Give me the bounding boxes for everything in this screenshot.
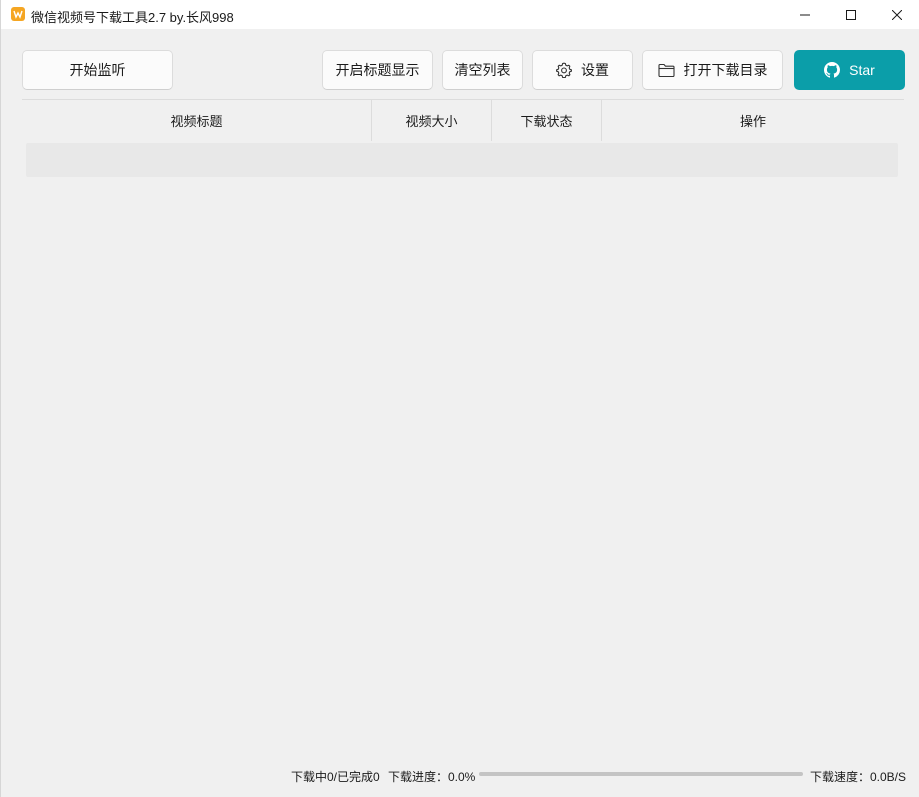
window-title: 微信视频号下载工具2.7 by.长风998 [31,10,234,25]
gear-icon [556,62,572,78]
minimize-icon [800,14,810,15]
column-header-size[interactable]: 视频大小 [372,100,492,141]
settings-button[interactable]: 设置 [532,50,633,90]
download-speed-status: 下载速度：0.0B/S [810,770,907,784]
folder-icon [657,63,675,78]
show-title-button[interactable]: 开启标题显示 [322,50,433,90]
open-download-dir-button[interactable]: 打开下载目录 [642,50,783,90]
download-progress-bar [479,772,803,776]
app-window: 微信视频号下载工具2.7 by.长风998 开始监听 开启标题显示 清空列表 设… [0,0,919,797]
download-count-status: 下载中0/已完成0 [291,770,380,784]
close-button[interactable] [874,0,919,29]
table-header: 视频标题 视频大小 下载状态 操作 [22,99,904,141]
app-logo-icon [11,7,25,21]
maximize-icon [846,9,856,20]
show-title-label: 开启标题显示 [335,62,420,78]
column-header-status[interactable]: 下载状态 [492,100,602,141]
close-icon [892,9,902,20]
column-header-title[interactable]: 视频标题 [22,100,372,141]
open-download-dir-label: 打开下载目录 [683,62,768,78]
settings-label: 设置 [581,62,609,78]
clear-list-button[interactable]: 清空列表 [442,50,523,90]
column-header-actions[interactable]: 操作 [602,100,904,141]
maximize-button[interactable] [828,0,874,29]
star-label: Star [849,62,875,78]
github-star-button[interactable]: Star [794,50,905,90]
download-progress-text: 下载进度：0.0% [388,770,476,784]
table-empty-row [26,143,898,177]
start-listening-label: 开始监听 [69,62,126,78]
start-listening-button[interactable]: 开始监听 [22,50,173,90]
github-icon [824,62,841,78]
title-bar[interactable]: 微信视频号下载工具2.7 by.长风998 [1,0,919,29]
minimize-button[interactable] [782,0,828,29]
clear-list-label: 清空列表 [454,62,511,78]
